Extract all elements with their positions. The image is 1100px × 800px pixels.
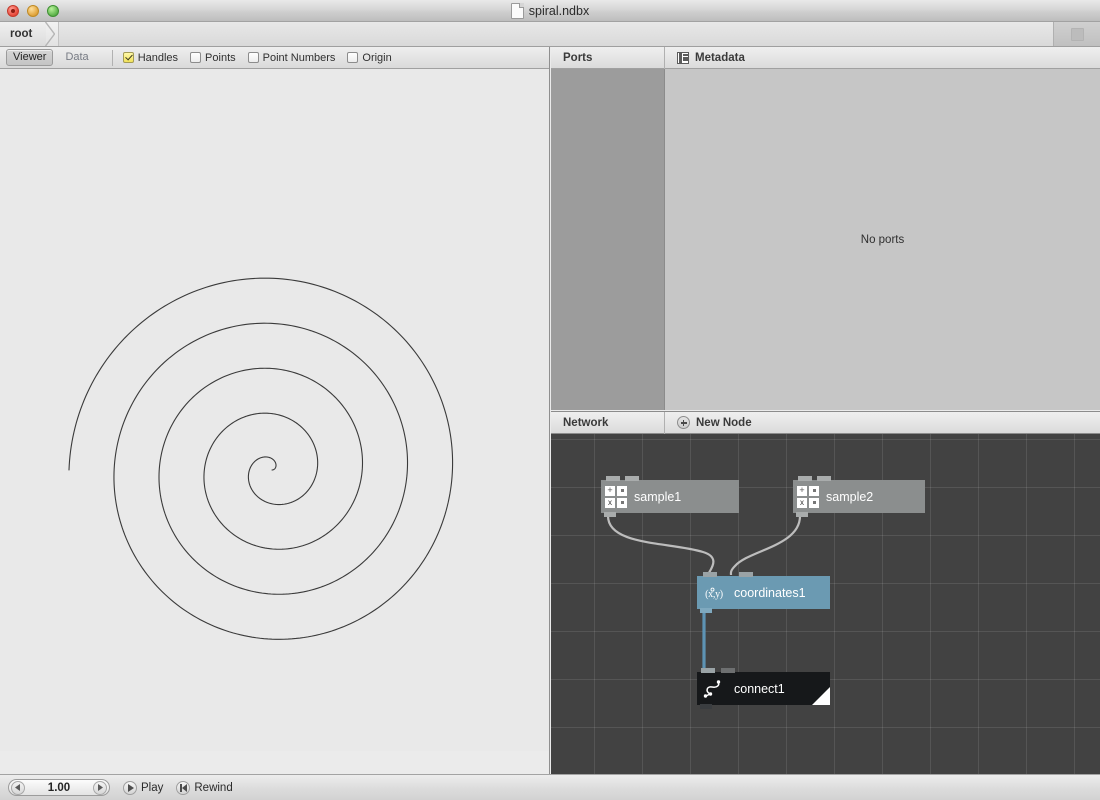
title-bar: spiral.ndbx: [0, 0, 1100, 22]
node-connect1[interactable]: connect1: [697, 668, 830, 709]
play-button[interactable]: Play: [123, 780, 164, 795]
sample-grid-icon: [605, 485, 627, 508]
node-coordinates1[interactable]: (x,y) coordinates1: [697, 572, 830, 613]
handles-label: Handles: [137, 51, 179, 64]
ports-content: No ports: [665, 69, 1100, 410]
origin-checkbox[interactable]: [347, 52, 359, 63]
no-ports-message: No ports: [860, 233, 905, 246]
new-node-label: New Node: [696, 416, 752, 429]
rewind-icon: [176, 780, 191, 795]
metadata-list-icon: [677, 51, 689, 64]
network-pane: Network New Node + x sample1 + x sample2…: [551, 411, 1100, 775]
xy-coordinates-icon: (x,y): [701, 583, 727, 603]
node-label: coordinates1: [734, 585, 806, 600]
network-canvas[interactable]: sample1 sample2: [551, 434, 1100, 775]
breadcrumb-root-label: root: [10, 28, 33, 40]
option-handles[interactable]: Handles: [122, 51, 179, 64]
breadcrumb-root[interactable]: root: [0, 22, 56, 46]
node-sample1-inputs[interactable]: [606, 476, 639, 481]
window-title-group: spiral.ndbx: [0, 0, 1100, 22]
node-sample2-inputs[interactable]: [798, 476, 831, 481]
node-label: connect1: [734, 681, 785, 696]
rewind-label: Rewind: [194, 781, 233, 794]
viewer-options: Handles Points Point Numbers Origin: [122, 51, 392, 64]
application-window: spiral.ndbx root Viewer Data Handles Poi…: [0, 0, 1100, 800]
new-node-button[interactable]: New Node: [665, 416, 752, 429]
metadata-button[interactable]: Metadata: [665, 51, 745, 64]
ports-gutter: [551, 69, 665, 410]
output-port[interactable]: [700, 608, 712, 613]
output-port[interactable]: [604, 512, 616, 517]
option-origin[interactable]: Origin: [347, 51, 392, 64]
network-title: Network: [563, 416, 609, 429]
node-connect1-inputs[interactable]: [701, 668, 735, 673]
frame-value[interactable]: 1.00: [25, 782, 93, 794]
ports-title: Ports: [563, 51, 593, 64]
network-header: Network New Node: [551, 411, 1100, 434]
rewind-button[interactable]: Rewind: [176, 780, 233, 795]
point-numbers-label: Point Numbers: [262, 51, 336, 64]
points-label: Points: [205, 51, 236, 64]
connect-path-icon: [701, 678, 727, 700]
stop-square-icon: [1070, 27, 1084, 41]
tab-viewer[interactable]: Viewer: [6, 49, 54, 66]
points-checkbox[interactable]: [190, 52, 202, 63]
toolbar-separator: [111, 49, 113, 66]
viewer-toolbar: Viewer Data Handles Points Point Numbers: [0, 47, 549, 69]
input-port[interactable]: [739, 572, 753, 577]
point-numbers-checkbox[interactable]: [247, 52, 259, 63]
chevron-right-icon: [45, 22, 56, 46]
sample-grid-icon: [797, 485, 819, 508]
node-sample2[interactable]: sample2: [793, 476, 925, 517]
ports-header: Ports Metadata: [551, 46, 1100, 69]
node-coordinates1-inputs[interactable]: [703, 572, 753, 577]
frame-stepper[interactable]: 1.00: [8, 779, 110, 796]
input-port[interactable]: [701, 668, 715, 673]
input-port[interactable]: [606, 476, 620, 481]
node-label: sample1: [634, 489, 682, 504]
step-back-icon[interactable]: [11, 780, 25, 795]
option-points[interactable]: Points: [190, 52, 236, 64]
plus-circle-icon: [677, 416, 690, 429]
output-port[interactable]: [796, 512, 808, 517]
node-label: sample2: [826, 489, 874, 504]
address-bar-field[interactable]: [58, 22, 1053, 46]
viewer-canvas[interactable]: [0, 69, 549, 751]
step-forward-icon[interactable]: [93, 780, 107, 795]
play-icon: [123, 780, 137, 795]
input-port[interactable]: [817, 476, 831, 481]
origin-label: Origin: [362, 51, 392, 64]
window-title: spiral.ndbx: [528, 4, 590, 18]
viewer-pane: Viewer Data Handles Points Point Numbers: [0, 47, 550, 774]
address-bar: root: [0, 22, 1100, 47]
ports-body: No ports: [551, 69, 1100, 410]
rendered-node-indicator: [812, 687, 830, 705]
metadata-label: Metadata: [695, 51, 745, 64]
tab-data[interactable]: Data: [58, 49, 95, 66]
document-icon: [510, 3, 524, 19]
handles-checkbox[interactable]: [122, 52, 134, 63]
spiral-drawing: [68, 277, 454, 640]
option-point-numbers[interactable]: Point Numbers: [247, 51, 336, 64]
output-port[interactable]: [700, 704, 712, 709]
input-port[interactable]: [703, 572, 717, 577]
transport-bar: 1.00 Play Rewind: [0, 774, 1100, 800]
stop-button[interactable]: [1053, 22, 1100, 46]
node-sample1[interactable]: sample1: [601, 476, 739, 517]
ports-pane: Ports Metadata No ports: [551, 46, 1100, 410]
input-port[interactable]: [798, 476, 812, 481]
play-label: Play: [141, 781, 164, 794]
input-port[interactable]: [721, 668, 735, 673]
input-port[interactable]: [625, 476, 639, 481]
